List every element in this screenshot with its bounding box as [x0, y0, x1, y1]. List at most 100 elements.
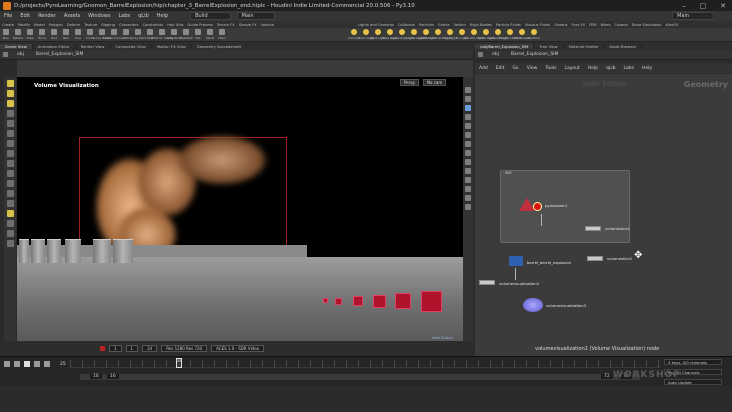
node-label-volumeslice1[interactable]: volumeslice1 — [605, 226, 630, 231]
frame-icon[interactable] — [465, 195, 471, 201]
network-editor[interactable]: Geometry Indie Edition SIM pyrosolver1 v… — [475, 74, 732, 356]
desktop-dropdown[interactable]: Main — [236, 12, 275, 20]
shelf-tab[interactable]: Pyro FX — [570, 23, 588, 27]
shelf-tool[interactable]: Metaball — [180, 29, 192, 40]
visibility-icon[interactable] — [6, 210, 14, 217]
viewer-tab-2[interactable]: Render View — [76, 43, 111, 49]
viewer-tab-4[interactable]: Motion FX View — [152, 43, 192, 49]
node-label-pyrosolver[interactable]: pyrosolver1 — [545, 203, 567, 208]
step-forward-icon[interactable] — [34, 361, 40, 367]
shelf-tab[interactable]: Polygon — [47, 23, 65, 27]
shelf-tab[interactable]: Viscous Fluids — [523, 23, 552, 27]
select-edges-icon[interactable] — [6, 180, 14, 187]
display-icon[interactable] — [465, 87, 471, 93]
shelf-tool[interactable]: VR Camera — [514, 29, 530, 40]
pose-tool-icon[interactable] — [6, 130, 14, 137]
network-tab-1[interactable]: Tree View — [534, 43, 564, 49]
menu-labs[interactable]: Labs — [114, 13, 134, 19]
shelf-tab[interactable]: Particle Fluids — [494, 23, 523, 27]
shelf-tab[interactable]: Rigid Bodies — [468, 23, 494, 27]
node-label-volumeslice2[interactable]: volumeslice2 — [607, 256, 632, 261]
shelf-tab[interactable]: Oceans — [552, 23, 569, 27]
scene-viewport[interactable] — [17, 77, 463, 341]
shelf-tab[interactable]: Texture — [82, 23, 99, 27]
shelf-tool[interactable]: Null — [60, 29, 72, 40]
shelf-tool[interactable]: Sky Light — [443, 29, 457, 40]
network-menu-item[interactable]: Help — [584, 66, 602, 71]
color-transform-field[interactable]: ACES 1.0 - SDR Video — [211, 345, 265, 352]
network-menu-item[interactable]: qLib — [602, 66, 619, 71]
shelf-tab[interactable]: Simple FX — [237, 23, 259, 27]
ghost-icon[interactable] — [465, 150, 471, 156]
secure-selection-icon[interactable] — [6, 200, 14, 207]
select-groups-icon[interactable] — [6, 160, 14, 167]
current-frame-field[interactable]: 25 — [60, 362, 66, 367]
shelf-tab[interactable]: Volume — [259, 23, 276, 27]
jump-end-icon[interactable] — [44, 361, 50, 367]
menu-file[interactable]: File — [0, 13, 16, 19]
menu-render[interactable]: Render — [34, 13, 60, 19]
node-volumeslice2[interactable] — [587, 256, 603, 261]
menu-assets[interactable]: Assets — [60, 13, 84, 19]
viewer-tab-0[interactable]: Scene View — [0, 43, 33, 49]
shelf-tab[interactable]: Characters — [117, 23, 141, 27]
network-tab-3[interactable]: Asset Browser — [604, 43, 643, 49]
frame-end-field[interactable]: 1 — [125, 345, 139, 352]
select-primitives-icon[interactable] — [6, 190, 14, 197]
menu-edit[interactable]: Edit — [16, 13, 34, 19]
shelf-tab[interactable]: Vellum — [452, 23, 468, 27]
shelf-tab[interactable]: Rigging — [99, 23, 117, 27]
play-icon[interactable] — [24, 361, 30, 367]
timeline-range-bar[interactable] — [80, 374, 640, 380]
shelf-tab[interactable]: Crowds — [613, 23, 630, 27]
shelf-tool[interactable]: Box — [0, 29, 12, 40]
shelf-tool[interactable]: L-System — [167, 29, 181, 40]
network-menu-item[interactable]: Tools — [541, 66, 560, 71]
path-segment-obj[interactable]: obj — [486, 52, 505, 57]
persp-menu[interactable]: Persp — [400, 79, 419, 86]
shelf-tab[interactable]: Deform — [65, 23, 82, 27]
back-arrow-icon[interactable] — [3, 52, 8, 57]
shelf-tab[interactable]: FEM — [587, 23, 598, 27]
shelf-tab[interactable]: Collisions — [396, 23, 417, 27]
menu-help[interactable]: Help — [153, 13, 172, 19]
points-icon[interactable] — [465, 114, 471, 120]
viewer-tab-5[interactable]: Geometry Spreadsheet — [192, 43, 247, 49]
fps-field[interactable]: 24 — [142, 345, 158, 352]
camera-icon[interactable] — [465, 141, 471, 147]
select-tool-icon[interactable] — [6, 80, 14, 87]
wireframe-icon[interactable] — [465, 105, 471, 111]
shelf-tool[interactable]: Torus — [36, 29, 48, 40]
node-volumeslice1[interactable] — [585, 226, 601, 231]
maximize-icon[interactable]: □ — [700, 2, 707, 10]
shelf-tab[interactable]: Terrain FX — [215, 23, 237, 27]
timeline-playhead[interactable]: 25 — [176, 358, 182, 368]
transform-tool-icon[interactable] — [6, 90, 14, 97]
scale-tool-icon[interactable] — [6, 110, 14, 117]
network-menu-item[interactable]: Add — [475, 66, 492, 71]
shelf-tool[interactable]: Grid — [48, 29, 60, 40]
shelf-tab[interactable]: Grains — [436, 23, 452, 27]
network-menu-item[interactable]: Labs — [620, 66, 638, 71]
main-desktop-selector[interactable]: Main — [672, 12, 714, 20]
view-tool-icon[interactable] — [6, 140, 14, 147]
magnet-icon[interactable] — [6, 220, 14, 227]
resolution-field[interactable]: Res 1280 Res 720 — [161, 345, 208, 352]
build-dropdown[interactable]: Build — [190, 12, 231, 20]
camera-menu[interactable]: No cam — [423, 79, 447, 86]
rotate-tool-icon[interactable] — [6, 100, 14, 107]
shelf-tab[interactable]: Particles — [417, 23, 436, 27]
node-label-barrel[interactable]: barrel_barrel_explosion — [527, 260, 571, 265]
shelf-tab[interactable]: Create — [0, 23, 16, 27]
template-icon[interactable] — [465, 168, 471, 174]
step-back-icon[interactable] — [14, 361, 20, 367]
shelf-tool[interactable]: Helix — [216, 29, 228, 40]
record-icon[interactable] — [100, 346, 105, 351]
display-options-icon[interactable] — [6, 240, 14, 247]
shelf-tool[interactable]: Line — [72, 29, 84, 40]
node-volumevisualization3[interactable] — [523, 298, 543, 312]
shelf-tool[interactable]: Tube — [24, 29, 36, 40]
shading-icon[interactable] — [465, 96, 471, 102]
shelf-tool[interactable]: Spiral — [204, 29, 216, 40]
shelf-tab[interactable]: Drive Simulation — [630, 23, 664, 27]
